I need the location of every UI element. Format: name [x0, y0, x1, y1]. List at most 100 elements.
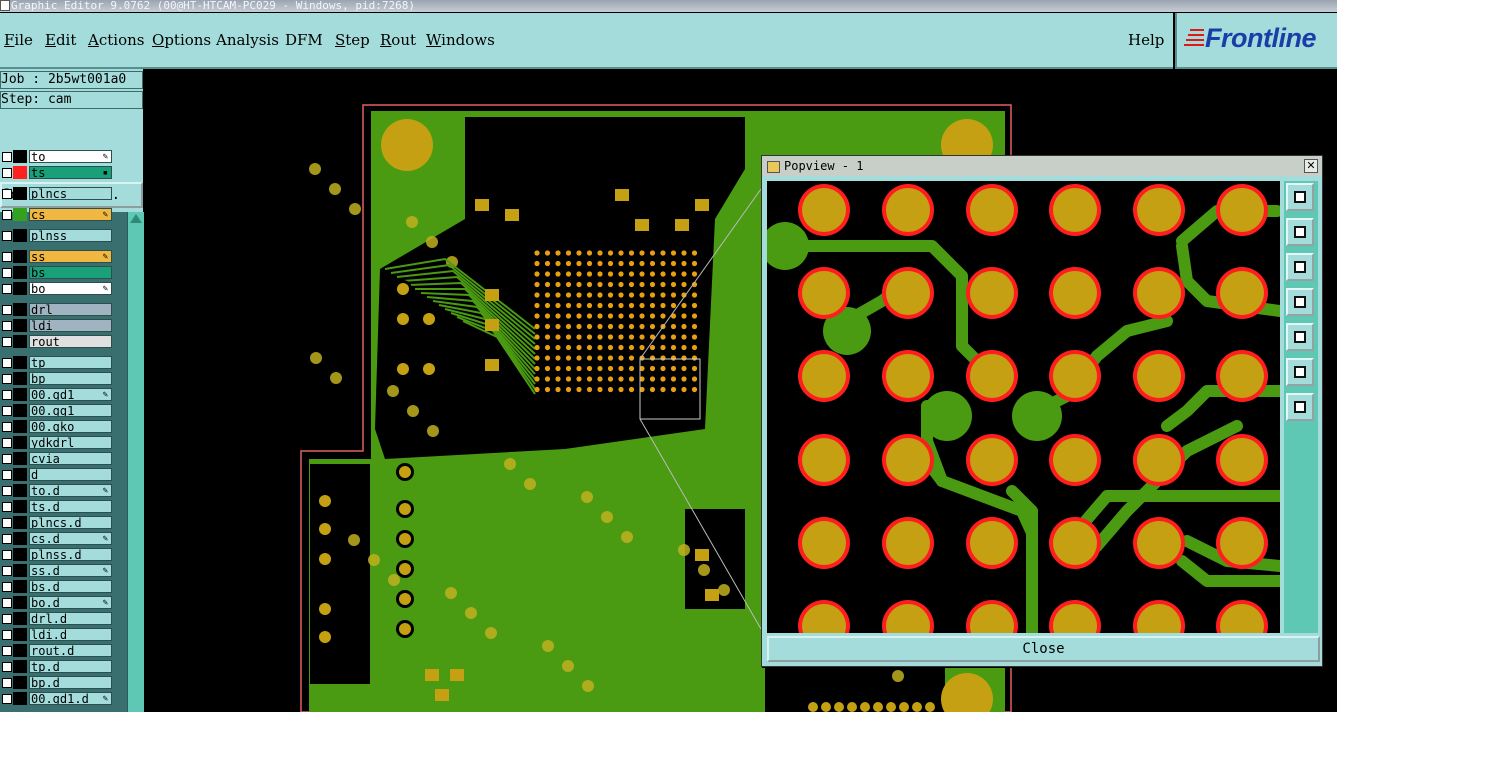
layer-row-ldi[interactable]: ldi [0, 319, 114, 332]
layer-name[interactable]: to ✎ [29, 150, 112, 163]
layer-checkbox[interactable] [2, 252, 12, 262]
menu-analysis[interactable]: Analysis [216, 31, 279, 49]
layer-checkbox[interactable] [2, 502, 12, 512]
layer-checkbox[interactable] [2, 284, 12, 294]
layer-name[interactable]: bo.d ✎ [29, 596, 112, 609]
menu-file[interactable]: File [4, 31, 33, 49]
layer-color-swatch[interactable] [13, 468, 27, 481]
layer-color-swatch[interactable] [13, 500, 27, 513]
layer-checkbox[interactable] [2, 678, 12, 688]
layer-color-swatch[interactable] [13, 676, 27, 689]
layer-row-ydkdrl[interactable]: ydkdrl [0, 436, 114, 449]
popview-zoom-view[interactable] [767, 181, 1280, 633]
layer-name[interactable]: cs ✎ [29, 208, 112, 221]
layer-color-swatch[interactable] [13, 580, 27, 593]
layer-name[interactable]: ldi [29, 319, 112, 332]
layer-name[interactable]: drl [29, 303, 112, 316]
close-button[interactable]: Close [767, 636, 1320, 662]
menu-rout[interactable]: Rout [380, 31, 416, 49]
layer-checkbox[interactable] [2, 168, 12, 178]
layer-color-swatch[interactable] [13, 229, 27, 242]
layer-row-00-gd1[interactable]: 00.gd1 ✎ [0, 388, 114, 401]
layer-color-swatch[interactable] [13, 335, 27, 348]
layer-name[interactable]: plnss.d [29, 548, 112, 561]
zoom-window-icon[interactable] [1286, 183, 1314, 211]
layer-color-swatch[interactable] [13, 644, 27, 657]
layer-name[interactable]: cs.d ✎ [29, 532, 112, 545]
layer-row-cs[interactable]: cs ✎ [0, 208, 114, 221]
layer-color-swatch[interactable] [13, 282, 27, 295]
layer-name[interactable]: 00.gd1 ✎ [29, 388, 112, 401]
layer-row-bs[interactable]: bs [0, 266, 114, 279]
layer-row-drl-d[interactable]: drl.d [0, 612, 114, 625]
layer-color-swatch[interactable] [13, 250, 27, 263]
layer-name[interactable]: bs [29, 266, 112, 279]
layer-row-d[interactable]: d [0, 468, 114, 481]
layer-checkbox[interactable] [2, 406, 12, 416]
layer-name[interactable]: rout [29, 335, 112, 348]
layer-name[interactable]: rout.d [29, 644, 112, 657]
menu-step[interactable]: Step [335, 31, 370, 49]
layer-checkbox[interactable] [2, 646, 12, 656]
layer-row-bo-d[interactable]: bo.d ✎ [0, 596, 114, 609]
layer-color-swatch[interactable] [13, 208, 27, 221]
layer-row-plncs[interactable]: plncs [0, 187, 114, 200]
layer-name[interactable]: ts.d [29, 500, 112, 513]
layer-row-tp-d[interactable]: tp.d [0, 660, 114, 673]
layer-color-swatch[interactable] [13, 356, 27, 369]
layer-color-swatch[interactable] [13, 187, 27, 200]
layer-name[interactable]: d [29, 468, 112, 481]
layer-name[interactable]: ss.d ✎ [29, 564, 112, 577]
layer-name[interactable]: bs.d [29, 580, 112, 593]
layer-color-swatch[interactable] [13, 660, 27, 673]
layer-checkbox[interactable] [2, 694, 12, 704]
layer-checkbox[interactable] [2, 614, 12, 624]
layer-checkbox[interactable] [2, 358, 12, 368]
layer-row-00-gg1[interactable]: 00.gg1 [0, 404, 114, 417]
layer-row-plnss[interactable]: plnss [0, 229, 114, 242]
layer-name[interactable]: ldi.d [29, 628, 112, 641]
layer-row-ss[interactable]: ss ✎ [0, 250, 114, 263]
layer-color-swatch[interactable] [13, 452, 27, 465]
layer-color-swatch[interactable] [13, 692, 27, 705]
layer-checkbox[interactable] [2, 598, 12, 608]
layer-color-swatch[interactable] [13, 266, 27, 279]
layer-checkbox[interactable] [2, 438, 12, 448]
layer-name[interactable]: to.d ✎ [29, 484, 112, 497]
layer-checkbox[interactable] [2, 534, 12, 544]
layer-name[interactable]: tp [29, 356, 112, 369]
layer-row-tp[interactable]: tp [0, 356, 114, 369]
layer-row-bp[interactable]: bp [0, 372, 114, 385]
menu-edit[interactable]: Edit [45, 31, 76, 49]
layer-color-swatch[interactable] [13, 388, 27, 401]
layer-row-to-d[interactable]: to.d ✎ [0, 484, 114, 497]
popview-title-bar[interactable]: Popview - 1 ✕ [762, 156, 1322, 176]
layer-row-bo[interactable]: bo ✎ [0, 282, 114, 295]
layer-checkbox[interactable] [2, 550, 12, 560]
layer-checkbox[interactable] [2, 486, 12, 496]
layer-color-swatch[interactable] [13, 532, 27, 545]
layer-row-drl[interactable]: drl [0, 303, 114, 316]
layer-name[interactable]: ss ✎ [29, 250, 112, 263]
menu-actions[interactable]: Actions [88, 31, 144, 49]
layer-color-swatch[interactable] [13, 436, 27, 449]
layer-name[interactable]: tp.d [29, 660, 112, 673]
layer-name[interactable]: ts ▪ [29, 166, 112, 179]
layer-row-00-gd1-d[interactable]: 00.gd1.d ✎ [0, 692, 114, 705]
layer-name[interactable]: 00.gg1 [29, 404, 112, 417]
layer-checkbox[interactable] [2, 630, 12, 640]
layer-color-swatch[interactable] [13, 420, 27, 433]
layer-checkbox[interactable] [2, 189, 12, 199]
layer-row-rout[interactable]: rout [0, 335, 114, 348]
close-icon[interactable]: ✕ [1304, 159, 1318, 173]
menu-help[interactable]: Help [1128, 31, 1164, 49]
scroll-up-arrow-icon[interactable] [130, 214, 142, 223]
layer-checkbox[interactable] [2, 582, 12, 592]
layer-list-scrollbar[interactable] [127, 212, 144, 712]
layer-row-plnss-d[interactable]: plnss.d [0, 548, 114, 561]
pan-left-icon[interactable] [1286, 288, 1314, 316]
layer-row-cs-d[interactable]: cs.d ✎ [0, 532, 114, 545]
layer-checkbox[interactable] [2, 454, 12, 464]
pan-up-icon[interactable] [1286, 218, 1314, 246]
layer-checkbox[interactable] [2, 470, 12, 480]
